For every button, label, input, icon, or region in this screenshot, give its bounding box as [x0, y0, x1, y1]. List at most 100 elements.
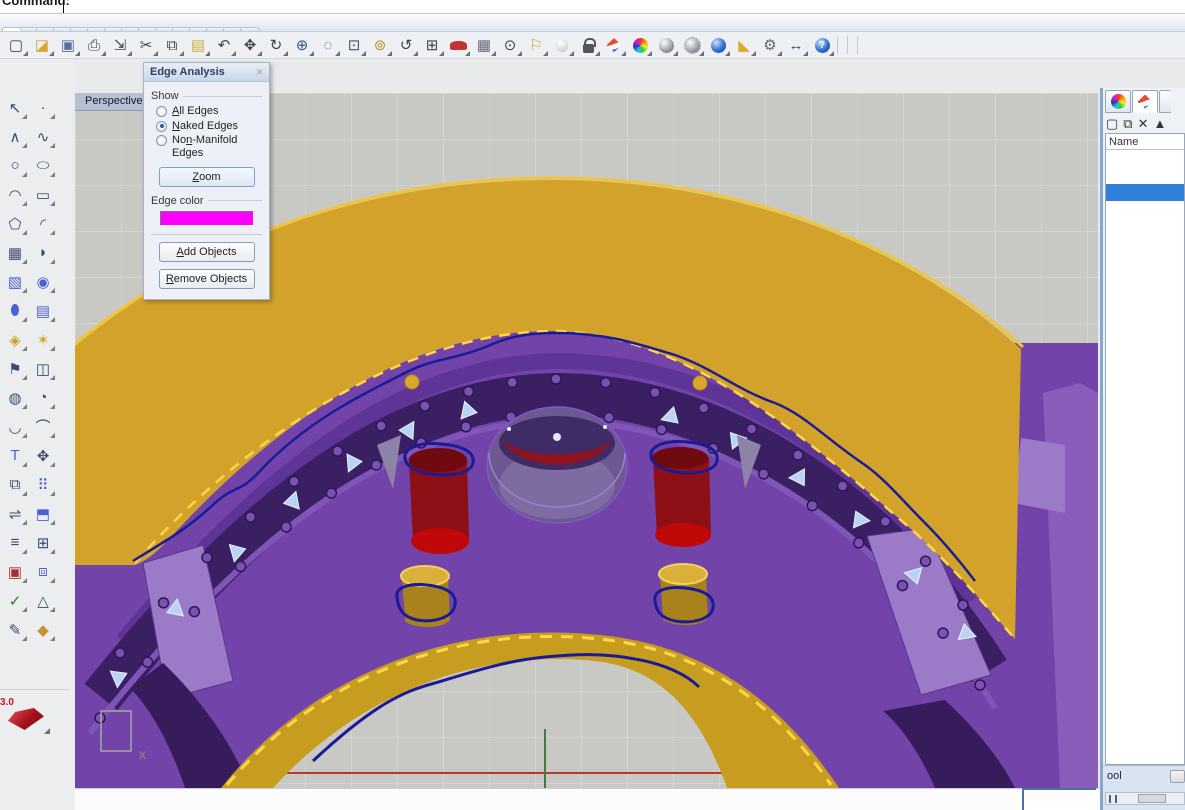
- surface-patch-icon[interactable]: ▦: [1, 238, 29, 267]
- export-document-icon[interactable]: ⇲: [107, 34, 133, 57]
- zoom-window-icon[interactable]: ⊡: [341, 34, 367, 57]
- shaded-viewport-icon[interactable]: [653, 34, 679, 57]
- solid-box-icon[interactable]: ⬒: [29, 499, 57, 528]
- mesh-surface-icon[interactable]: ▤: [29, 296, 57, 325]
- cut-icon[interactable]: ✂: [133, 34, 159, 57]
- radio-option[interactable]: Non-Manifold Edges: [156, 134, 262, 159]
- layer-shield-icon[interactable]: [601, 34, 627, 57]
- annotate-pen-icon[interactable]: ✎: [1, 615, 29, 644]
- set-cplane-origin-icon[interactable]: ⊙: [497, 34, 523, 57]
- viewport-layout-icon[interactable]: ⊞: [419, 34, 445, 57]
- notification-flag-icon[interactable]: ◣: [731, 34, 757, 57]
- name-column-header[interactable]: Name: [1106, 134, 1184, 150]
- delete-layer-icon[interactable]: ✕: [1138, 117, 1149, 130]
- command-line[interactable]: Command:: [0, 0, 1185, 14]
- polyline-icon[interactable]: ∧: [1, 122, 29, 151]
- viewport-title-tab[interactable]: Perspective: [75, 93, 154, 111]
- single-point-icon[interactable]: ·: [29, 93, 57, 122]
- jewelry-plugin-icon[interactable]: 3.0: [0, 697, 50, 734]
- render-vehicle-icon[interactable]: [445, 34, 471, 57]
- boolean-union-icon[interactable]: ◍: [1, 383, 29, 412]
- new-layer-icon[interactable]: ▢: [1106, 117, 1118, 130]
- Layer 02[interactable]: [1106, 184, 1184, 201]
- radio-option[interactable]: All Edges: [156, 105, 262, 118]
- Default[interactable]: [1106, 150, 1184, 167]
- Layer 03[interactable]: [1106, 201, 1184, 218]
- Layer 01[interactable]: [1106, 167, 1184, 184]
- paste-icon[interactable]: ▤: [185, 34, 211, 57]
- edge-color-swatch[interactable]: [159, 210, 254, 226]
- undo-view-change-icon[interactable]: ↺: [393, 34, 419, 57]
- remove-objects-button[interactable]: Remove Objects: [158, 268, 255, 289]
- rotate-view-icon[interactable]: ↻: [263, 34, 289, 57]
- move-up-icon[interactable]: ▲: [1154, 117, 1167, 130]
- radio-option[interactable]: Naked Edges: [156, 120, 262, 133]
- join-puzzle-icon[interactable]: ◈: [1, 325, 29, 354]
- zoom-dynamic-icon[interactable]: ◌: [315, 34, 341, 57]
- select-pointer-icon[interactable]: ↖: [1, 93, 29, 122]
- zoom-selected-icon[interactable]: ⊚: [367, 34, 393, 57]
- copy-icon[interactable]: ⧉: [159, 34, 185, 57]
- save-file-icon[interactable]: ▣: [55, 34, 81, 57]
- boolean-difference-icon[interactable]: ◔: [29, 383, 57, 412]
- distribute-icon[interactable]: ≡: [1, 528, 29, 557]
- add-objects-button[interactable]: Add Objects: [158, 241, 255, 262]
- toolbar-tab[interactable]: [240, 27, 260, 31]
- trim-icon[interactable]: ⚑: [1, 354, 29, 383]
- dock-collapse-button[interactable]: [1170, 770, 1185, 783]
- Gem[interactable]: [1106, 286, 1184, 303]
- move-icon[interactable]: ✥: [29, 441, 57, 470]
- rectangle-icon[interactable]: ▭: [29, 180, 57, 209]
- Layer 05[interactable]: [1106, 235, 1184, 252]
- zoom-in-icon[interactable]: ⊕: [289, 34, 315, 57]
- layers-tab[interactable]: [1132, 90, 1158, 113]
- gem-tool-icon[interactable]: ◆: [29, 615, 57, 644]
- new-document-icon[interactable]: ▢: [3, 34, 29, 57]
- block-icon[interactable]: ▣: [1, 557, 29, 586]
- named-views-icon[interactable]: ⚐: [523, 34, 549, 57]
- toolbar-separator[interactable]: [857, 36, 863, 54]
- pan-hand-icon[interactable]: ✥: [237, 34, 263, 57]
- horizontal-scrollbar[interactable]: [1105, 792, 1185, 805]
- properties-tab[interactable]: [1105, 90, 1131, 113]
- box-icon[interactable]: ▧: [1, 267, 29, 296]
- primitives-icon[interactable]: △: [29, 586, 57, 615]
- circle-icon[interactable]: ○: [1, 151, 29, 180]
- Cutting Obje...[interactable]: [1106, 303, 1184, 320]
- spotlight-icon[interactable]: [549, 34, 575, 57]
- group-icon[interactable]: ⧈: [29, 557, 57, 586]
- zoom-button[interactable]: Zoom: [158, 166, 255, 187]
- color-wheel-icon[interactable]: [627, 34, 653, 57]
- adjustable-blend-icon[interactable]: ⌒: [29, 412, 57, 441]
- Layer 04[interactable]: [1106, 218, 1184, 235]
- array-blocks-icon[interactable]: ⠿: [29, 470, 57, 499]
- polygon-icon[interactable]: ⬠: [1, 209, 29, 238]
- control-point-curve-icon[interactable]: ∿: [29, 122, 57, 151]
- Metal 01[interactable]: [1106, 252, 1184, 269]
- check-objects-icon[interactable]: ✓: [1, 586, 29, 615]
- copy-objects-icon[interactable]: ⧉: [1, 470, 29, 499]
- undo-icon[interactable]: ↶: [211, 34, 237, 57]
- cplane-grid-icon[interactable]: ▦: [471, 34, 497, 57]
- cylinder-icon[interactable]: ⬮: [1, 296, 29, 325]
- rect-array-icon[interactable]: ⊞: [29, 528, 57, 557]
- toolbar-tab[interactable]: [2, 27, 22, 31]
- blend-curve-icon[interactable]: ◡: [1, 412, 29, 441]
- arc-icon[interactable]: ◠: [1, 180, 29, 209]
- help-icon[interactable]: ?: [809, 34, 835, 57]
- text-icon[interactable]: T: [1, 441, 29, 470]
- ellipse-icon[interactable]: ⬭: [29, 151, 57, 180]
- lock-objects-icon[interactable]: [575, 34, 601, 57]
- open-file-icon[interactable]: ◪: [29, 34, 55, 57]
- close-icon[interactable]: ×: [256, 65, 263, 79]
- toolbar-separator[interactable]: [837, 36, 843, 54]
- fillet-corner-icon[interactable]: ◜: [29, 209, 57, 238]
- partial-tab[interactable]: [1159, 90, 1171, 113]
- options-gear-icon[interactable]: ⚙: [757, 34, 783, 57]
- toolbar-separator[interactable]: [847, 36, 853, 54]
- curved-surface-icon[interactable]: ◗: [29, 238, 57, 267]
- scrollbar-thumb[interactable]: [1138, 794, 1166, 803]
- print-icon[interactable]: ⎙: [81, 34, 107, 57]
- duplicate-layer-icon[interactable]: ⧉: [1123, 117, 1132, 130]
- spheres-icon[interactable]: ◉: [29, 267, 57, 296]
